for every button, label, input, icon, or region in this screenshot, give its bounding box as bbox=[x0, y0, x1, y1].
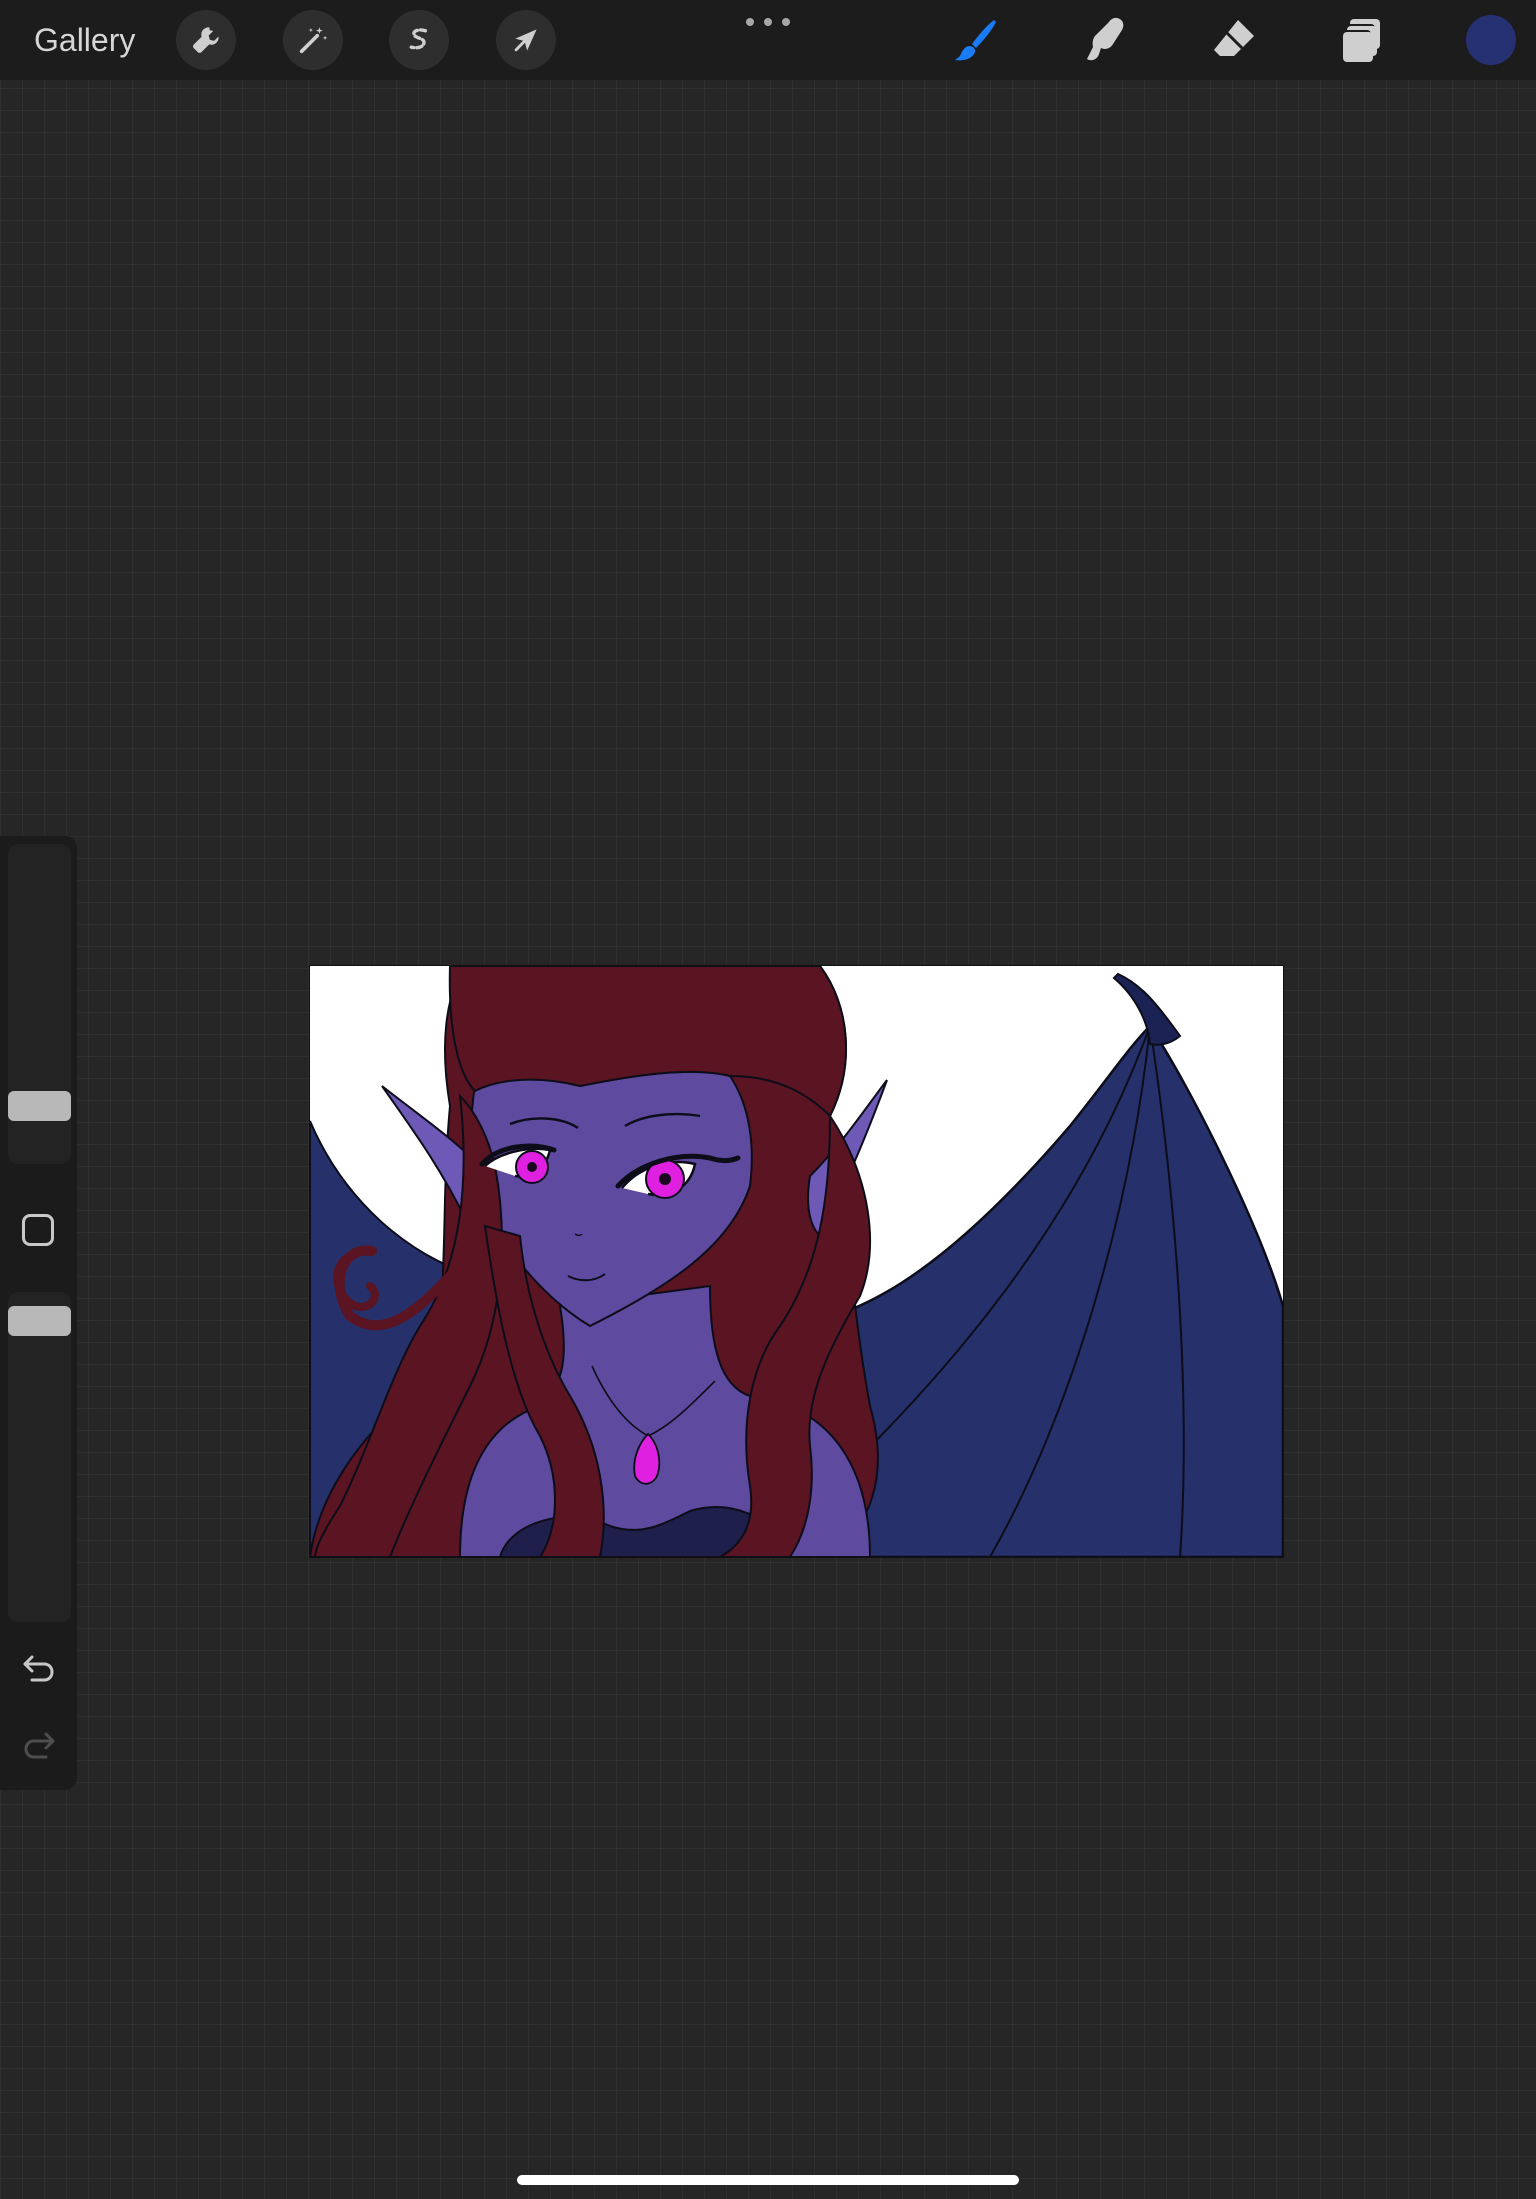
adjustments-button[interactable] bbox=[283, 10, 343, 70]
smudge-tool-button[interactable] bbox=[1077, 12, 1133, 68]
square-icon bbox=[25, 1217, 26, 1218]
selection-button[interactable] bbox=[389, 10, 449, 70]
undo-icon bbox=[23, 1655, 54, 1682]
ellipsis-icon bbox=[746, 18, 754, 26]
ellipsis-dot bbox=[782, 18, 790, 26]
color-picker-button[interactable] bbox=[1466, 15, 1516, 65]
transform-button[interactable] bbox=[496, 10, 556, 70]
brush-size-slider[interactable] bbox=[8, 844, 71, 1164]
drawing-canvas[interactable] bbox=[310, 966, 1283, 1557]
brush-tool-button[interactable] bbox=[948, 12, 1004, 68]
layers-tool-button[interactable] bbox=[1334, 12, 1390, 68]
left-sidebar bbox=[0, 836, 77, 1790]
selection-s-icon bbox=[409, 28, 428, 50]
layers-icon bbox=[1341, 19, 1380, 62]
arrow-cursor-icon bbox=[514, 29, 537, 52]
smudge-finger-icon bbox=[1087, 17, 1124, 61]
redo-icon bbox=[24, 1732, 55, 1759]
more-options-button[interactable] bbox=[746, 12, 790, 32]
undo-button[interactable] bbox=[20, 1649, 58, 1687]
wrench-icon bbox=[193, 27, 219, 53]
opacity-slider[interactable] bbox=[8, 1292, 71, 1622]
brush-icon bbox=[955, 20, 996, 61]
magic-wand-icon bbox=[299, 27, 328, 54]
actions-button[interactable] bbox=[176, 10, 236, 70]
redo-button[interactable] bbox=[20, 1726, 58, 1764]
opacity-thumb[interactable] bbox=[8, 1306, 71, 1336]
gallery-button[interactable]: Gallery bbox=[34, 18, 135, 62]
top-toolbar: Gallery bbox=[0, 0, 1536, 80]
procreate-app: Gallery bbox=[0, 0, 1536, 2199]
modify-button[interactable] bbox=[22, 1214, 54, 1246]
home-indicator[interactable] bbox=[517, 2175, 1019, 2185]
brush-size-thumb[interactable] bbox=[8, 1091, 71, 1121]
eraser-icon bbox=[1214, 20, 1254, 56]
eraser-tool-button[interactable] bbox=[1206, 12, 1262, 68]
artwork bbox=[310, 966, 1283, 1557]
ellipsis-dot bbox=[764, 18, 772, 26]
